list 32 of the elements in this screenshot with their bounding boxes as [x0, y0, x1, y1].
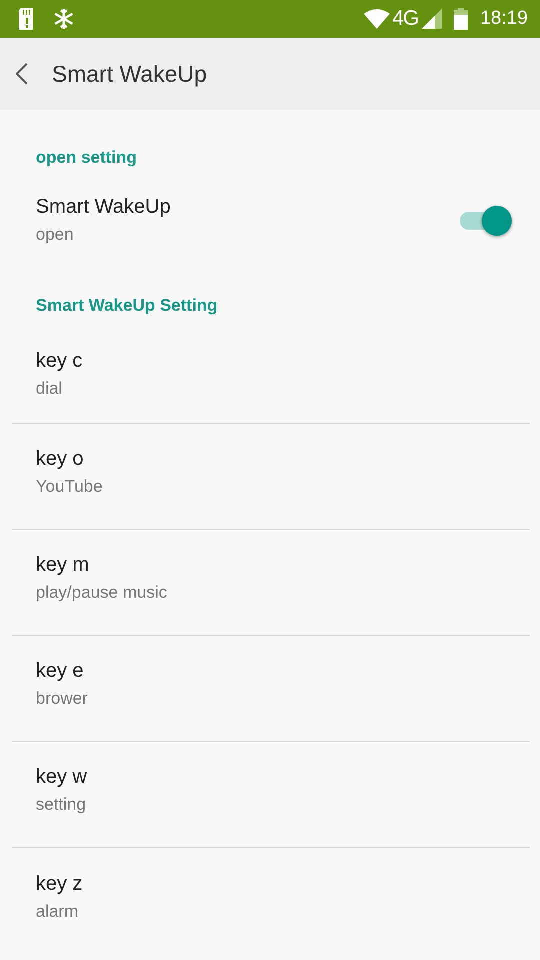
- wifi-icon: [364, 9, 390, 29]
- item-title: Smart WakeUp: [36, 196, 171, 218]
- settings-item[interactable]: key m play/pause music: [12, 530, 530, 636]
- item-title: key m: [36, 554, 90, 577]
- item-title: key e: [36, 660, 85, 683]
- settings-item[interactable]: key c dial: [12, 326, 530, 424]
- item-summary: open: [36, 224, 75, 244]
- settings-item[interactable]: key w setting: [12, 742, 530, 848]
- signal-icon: [422, 9, 442, 29]
- network-type: 4G: [392, 7, 418, 31]
- sd-card-icon: [19, 8, 35, 30]
- item-summary: dial: [36, 379, 64, 399]
- item-summary: YouTube: [36, 477, 103, 497]
- back-icon: [16, 63, 28, 85]
- clock: 18:19: [480, 8, 528, 30]
- settings-item[interactable]: key z alarm: [12, 848, 530, 954]
- item-title: key c: [36, 350, 83, 373]
- section-header: open setting: [35, 147, 138, 169]
- item-title: key w: [36, 766, 88, 789]
- screen-title: Smart WakeUp: [52, 60, 208, 88]
- item-summary: setting: [36, 795, 88, 815]
- item-title: key o: [36, 448, 85, 471]
- snowflake-icon: [53, 8, 75, 30]
- item-title: key z: [36, 872, 83, 896]
- settings-item[interactable]: key o YouTube: [12, 424, 530, 530]
- item-summary: play/pause music: [36, 583, 168, 603]
- settings-item[interactable]: key e brower: [12, 636, 530, 742]
- item-summary: brower: [36, 689, 88, 709]
- settings-item[interactable]: Smart WakeUp open: [12, 178, 530, 258]
- item-summary: alarm: [36, 902, 80, 922]
- battery-icon: [454, 8, 468, 30]
- section-header: Smart WakeUp Setting: [35, 295, 219, 317]
